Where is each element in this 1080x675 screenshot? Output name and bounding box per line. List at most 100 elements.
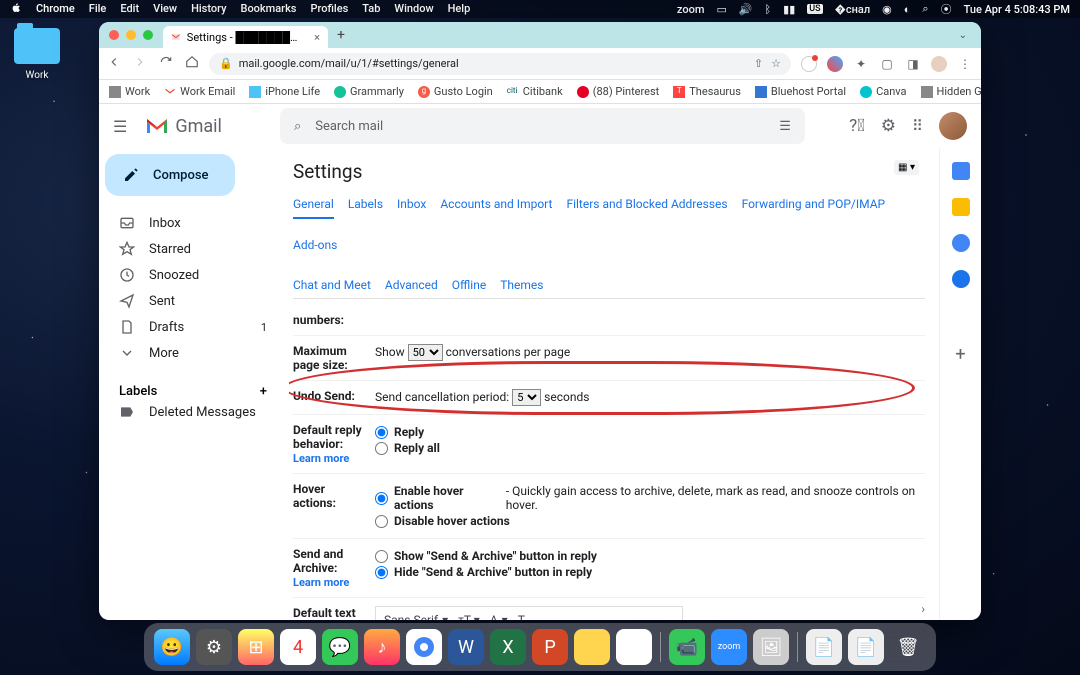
dock-finder[interactable]: 😀 xyxy=(154,629,190,665)
dock-doc2[interactable]: 📄 xyxy=(848,629,884,665)
user-icon[interactable]: ◉ xyxy=(882,3,892,16)
pagesize-select[interactable]: 50 xyxy=(408,344,443,361)
bookmark-iphonelife[interactable]: iPhone Life xyxy=(249,85,320,98)
browser-tab[interactable]: Settings - ████████@gm… × xyxy=(163,26,328,48)
bookmark-thesaurus[interactable]: TThesaurus xyxy=(673,85,741,98)
tab-accounts[interactable]: Accounts and Import xyxy=(440,191,552,218)
hover-enable-radio[interactable] xyxy=(375,492,388,505)
menu-file[interactable]: File xyxy=(89,2,107,17)
gmail-logo[interactable]: Gmail xyxy=(145,116,222,137)
app-name[interactable]: Chrome xyxy=(36,2,75,17)
chrome-menu-icon[interactable]: ⋮ xyxy=(957,56,973,72)
wifi-icon[interactable]: �снал xyxy=(835,3,871,16)
menu-window[interactable]: Window xyxy=(394,2,433,17)
maximize-window-button[interactable] xyxy=(143,30,153,40)
remove-formatting-icon[interactable]: T xyxy=(518,613,525,620)
extension-icon-2[interactable] xyxy=(827,56,843,72)
bookmark-canva[interactable]: Canva xyxy=(860,85,906,98)
dock-word[interactable]: W xyxy=(448,629,484,665)
font-color-select[interactable]: A ▾ xyxy=(490,613,508,620)
dock-calendar[interactable]: 4 xyxy=(280,629,316,665)
screenmirror-icon[interactable]: ▭ xyxy=(716,3,726,16)
sidebar-item-starred[interactable]: Starred xyxy=(105,236,281,262)
bookmark-bluehost[interactable]: Bluehost Portal xyxy=(755,85,846,98)
bookmark-gusto[interactable]: gGusto Login xyxy=(418,85,493,98)
volume-icon[interactable]: 🔊 xyxy=(739,3,753,16)
add-label-icon[interactable]: + xyxy=(260,384,267,399)
contacts-rail-icon[interactable] xyxy=(952,270,970,288)
share-icon[interactable]: ⇧ xyxy=(754,57,763,70)
support-icon[interactable]: ?⃝ xyxy=(849,116,865,136)
learn-more-link-2[interactable]: Learn more xyxy=(293,576,349,589)
dock-chrome[interactable] xyxy=(406,629,442,665)
dock-preview[interactable]: 🖼 xyxy=(753,629,789,665)
archive-show-radio[interactable] xyxy=(375,550,388,563)
tab-offline[interactable]: Offline xyxy=(452,272,486,298)
sidepanel-icon[interactable]: ◨ xyxy=(905,56,921,72)
bookmark-star-icon[interactable]: ☆ xyxy=(771,57,781,70)
sidebar-item-snoozed[interactable]: Snoozed xyxy=(105,262,281,288)
desktop-folder-work[interactable]: Work xyxy=(14,28,60,81)
tab-general[interactable]: General xyxy=(293,191,334,219)
scroll-right-icon[interactable]: › xyxy=(921,602,925,616)
menu-help[interactable]: Help xyxy=(448,2,471,17)
keep-rail-icon[interactable] xyxy=(952,198,970,216)
label-deleted-messages[interactable]: Deleted Messages xyxy=(105,399,281,425)
tab-themes[interactable]: Themes xyxy=(500,272,543,298)
sidebar-item-drafts[interactable]: Drafts1 xyxy=(105,314,281,340)
input-tools-toggle[interactable]: ▦ ▾ xyxy=(894,160,919,175)
siri-icon[interactable]: ◐ xyxy=(904,3,911,16)
minimize-window-button[interactable] xyxy=(126,30,136,40)
menu-profiles[interactable]: Profiles xyxy=(310,2,348,17)
sidebar-item-sent[interactable]: Sent xyxy=(105,288,281,314)
add-rail-icon[interactable]: + xyxy=(955,344,965,365)
menu-bookmarks[interactable]: Bookmarks xyxy=(241,2,297,17)
dock-notes[interactable] xyxy=(574,629,610,665)
back-button[interactable] xyxy=(107,54,121,73)
battery-icon[interactable]: ▮▮ xyxy=(783,3,795,16)
cast-icon[interactable]: ▢ xyxy=(879,56,895,72)
close-tab-icon[interactable]: × xyxy=(314,31,320,44)
bookmark-hiddengems[interactable]: Hidden Gems xyxy=(921,85,981,98)
clock[interactable]: Tue Apr 4 5:08:43 PM xyxy=(964,3,1070,16)
dock-facetime[interactable]: 📹 xyxy=(669,629,705,665)
profile-avatar-icon[interactable] xyxy=(931,56,947,72)
menu-history[interactable]: History xyxy=(191,2,226,17)
home-button[interactable] xyxy=(185,54,199,73)
dock-messages[interactable]: 💬 xyxy=(322,629,358,665)
tasks-rail-icon[interactable] xyxy=(952,234,970,252)
dock-zoom[interactable]: zoom xyxy=(711,629,747,665)
settings-gear-icon[interactable]: ⚙ xyxy=(881,116,896,136)
calendar-rail-icon[interactable] xyxy=(952,162,970,180)
bookmark-grammarly[interactable]: Grammarly xyxy=(334,85,404,98)
dock-doc1[interactable]: 📄 xyxy=(806,629,842,665)
reply-radio[interactable] xyxy=(375,426,388,439)
dock-trash[interactable]: 🗑 xyxy=(890,629,926,665)
zoom-menuextra[interactable]: zoom xyxy=(677,3,705,16)
bookmark-work[interactable]: Work xyxy=(109,85,150,98)
apple-menu[interactable] xyxy=(10,2,22,17)
extensions-puzzle-icon[interactable]: ✦ xyxy=(853,56,869,72)
menu-view[interactable]: View xyxy=(153,2,177,17)
dock-powerpoint[interactable]: P xyxy=(532,629,568,665)
controlcenter-icon[interactable]: ⦿ xyxy=(941,1,952,17)
replyall-radio[interactable] xyxy=(375,442,388,455)
spotlight-icon[interactable]: ⌕ xyxy=(922,2,928,16)
compose-button[interactable]: Compose xyxy=(105,154,235,196)
undo-period-select[interactable]: 5 xyxy=(512,389,541,406)
menu-edit[interactable]: Edit xyxy=(120,2,139,17)
sidebar-item-inbox[interactable]: Inbox xyxy=(105,210,281,236)
dock-launchpad[interactable]: ⊞ xyxy=(238,629,274,665)
forward-button[interactable] xyxy=(133,54,147,73)
dock-slack[interactable]: ✱ xyxy=(616,629,652,665)
tab-chat[interactable]: Chat and Meet xyxy=(293,272,371,298)
dock-excel[interactable]: X xyxy=(490,629,526,665)
tab-inbox[interactable]: Inbox xyxy=(397,191,426,218)
main-menu-icon[interactable]: ☰ xyxy=(113,117,127,136)
hover-disable-radio[interactable] xyxy=(375,515,388,528)
reload-button[interactable] xyxy=(159,54,173,73)
learn-more-link[interactable]: Learn more xyxy=(293,452,349,465)
bookmark-workemail[interactable]: Work Email xyxy=(164,85,235,98)
close-window-button[interactable] xyxy=(109,30,119,40)
archive-hide-radio[interactable] xyxy=(375,566,388,579)
